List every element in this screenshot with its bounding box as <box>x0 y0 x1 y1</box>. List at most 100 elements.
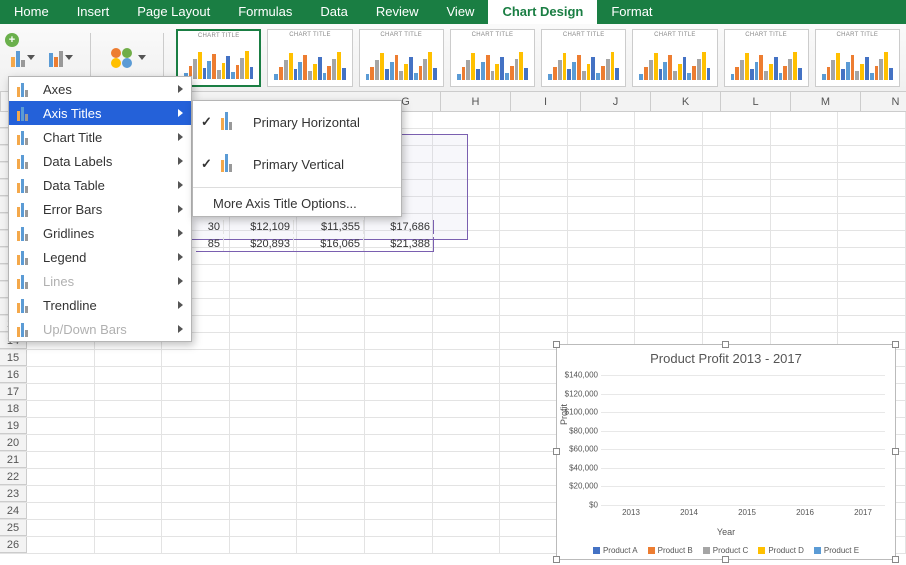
cell[interactable] <box>635 146 703 162</box>
cell[interactable] <box>838 248 906 264</box>
submenu-item-primary-horizontal[interactable]: ✓Primary Horizontal <box>193 101 401 143</box>
cell[interactable] <box>365 265 433 281</box>
cell[interactable] <box>95 537 163 553</box>
plot-area[interactable]: $0$20,000$40,000$60,000$80,000$100,000$1… <box>601 375 885 505</box>
cell[interactable] <box>703 129 771 145</box>
cell[interactable] <box>568 129 636 145</box>
cell[interactable] <box>838 129 906 145</box>
cell[interactable] <box>433 265 501 281</box>
cell[interactable] <box>433 163 501 179</box>
row-header-22[interactable]: 22 <box>0 469 27 485</box>
cell[interactable] <box>568 112 636 128</box>
cell[interactable] <box>27 350 95 366</box>
cell[interactable] <box>365 384 433 400</box>
cell[interactable] <box>838 316 906 332</box>
cell[interactable] <box>433 486 501 502</box>
cell[interactable] <box>433 299 501 315</box>
cell[interactable] <box>838 112 906 128</box>
cell[interactable] <box>162 503 230 519</box>
submenu-item-more-options[interactable]: More Axis Title Options... <box>193 190 401 216</box>
ribbon-tab-insert[interactable]: Insert <box>63 0 124 24</box>
cell[interactable] <box>297 367 365 383</box>
menu-item-trendline[interactable]: Trendline <box>9 293 191 317</box>
resize-handle[interactable] <box>553 448 560 455</box>
cell[interactable] <box>297 537 365 553</box>
cell[interactable] <box>27 384 95 400</box>
cell[interactable] <box>297 316 365 332</box>
cell[interactable] <box>500 163 568 179</box>
chart-style-4[interactable]: CHART TITLE <box>450 29 535 87</box>
cell[interactable] <box>297 435 365 451</box>
cell[interactable] <box>433 503 501 519</box>
chart-style-8[interactable]: Chart Title <box>815 29 900 87</box>
cell[interactable] <box>95 367 163 383</box>
cell[interactable] <box>838 299 906 315</box>
cell[interactable] <box>771 180 839 196</box>
cell[interactable] <box>162 486 230 502</box>
menu-item-gridlines[interactable]: Gridlines <box>9 221 191 245</box>
cell[interactable] <box>500 282 568 298</box>
change-colors-button[interactable] <box>103 34 151 82</box>
cell[interactable] <box>162 350 230 366</box>
cell[interactable] <box>635 112 703 128</box>
cell[interactable] <box>230 503 298 519</box>
cell[interactable] <box>500 265 568 281</box>
add-chart-element-button[interactable]: + <box>6 34 40 82</box>
row-header-21[interactable]: 21 <box>0 452 27 468</box>
cell[interactable] <box>230 350 298 366</box>
cell[interactable] <box>771 163 839 179</box>
cell[interactable] <box>297 384 365 400</box>
cell[interactable] <box>95 520 163 536</box>
cell[interactable] <box>771 197 839 213</box>
cell[interactable] <box>230 401 298 417</box>
cell[interactable] <box>838 214 906 230</box>
cell[interactable] <box>95 469 163 485</box>
cell[interactable] <box>433 469 501 485</box>
cell[interactable] <box>838 231 906 247</box>
cell[interactable] <box>568 316 636 332</box>
resize-handle[interactable] <box>892 448 899 455</box>
cell[interactable] <box>95 486 163 502</box>
cell[interactable] <box>568 265 636 281</box>
cell[interactable] <box>433 112 501 128</box>
cell[interactable] <box>27 452 95 468</box>
row-header-16[interactable]: 16 <box>0 367 27 383</box>
cell[interactable] <box>365 537 433 553</box>
legend-item[interactable]: Product B <box>648 546 693 555</box>
cell[interactable] <box>433 197 501 213</box>
cell[interactable] <box>433 452 501 468</box>
row-header-19[interactable]: 19 <box>0 418 27 434</box>
cell[interactable] <box>838 197 906 213</box>
cell[interactable] <box>635 282 703 298</box>
menu-item-axis-titles[interactable]: Axis Titles <box>9 101 191 125</box>
cell[interactable] <box>703 316 771 332</box>
cell[interactable] <box>365 486 433 502</box>
submenu-item-primary-vertical[interactable]: ✓Primary Vertical <box>193 143 401 185</box>
cell[interactable] <box>433 316 501 332</box>
column-header-K[interactable]: K <box>651 92 721 111</box>
cell[interactable] <box>297 520 365 536</box>
cell[interactable] <box>27 418 95 434</box>
cell[interactable] <box>162 520 230 536</box>
cell[interactable] <box>703 146 771 162</box>
row-header-15[interactable]: 15 <box>0 350 27 366</box>
cell[interactable] <box>771 299 839 315</box>
cell[interactable] <box>433 520 501 536</box>
chart-style-7[interactable]: Chart Title <box>724 29 809 87</box>
menu-item-legend[interactable]: Legend <box>9 245 191 269</box>
cell[interactable] <box>365 316 433 332</box>
cell[interactable] <box>162 469 230 485</box>
row-header-23[interactable]: 23 <box>0 486 27 502</box>
cell[interactable] <box>771 129 839 145</box>
cell[interactable] <box>162 401 230 417</box>
cell[interactable] <box>838 163 906 179</box>
cell[interactable] <box>95 401 163 417</box>
menu-item-error-bars[interactable]: Error Bars <box>9 197 191 221</box>
cell[interactable] <box>365 469 433 485</box>
cell[interactable] <box>635 197 703 213</box>
cell[interactable] <box>27 401 95 417</box>
cell[interactable] <box>27 537 95 553</box>
resize-handle[interactable] <box>722 556 729 563</box>
cell[interactable] <box>27 503 95 519</box>
cell[interactable] <box>568 231 636 247</box>
